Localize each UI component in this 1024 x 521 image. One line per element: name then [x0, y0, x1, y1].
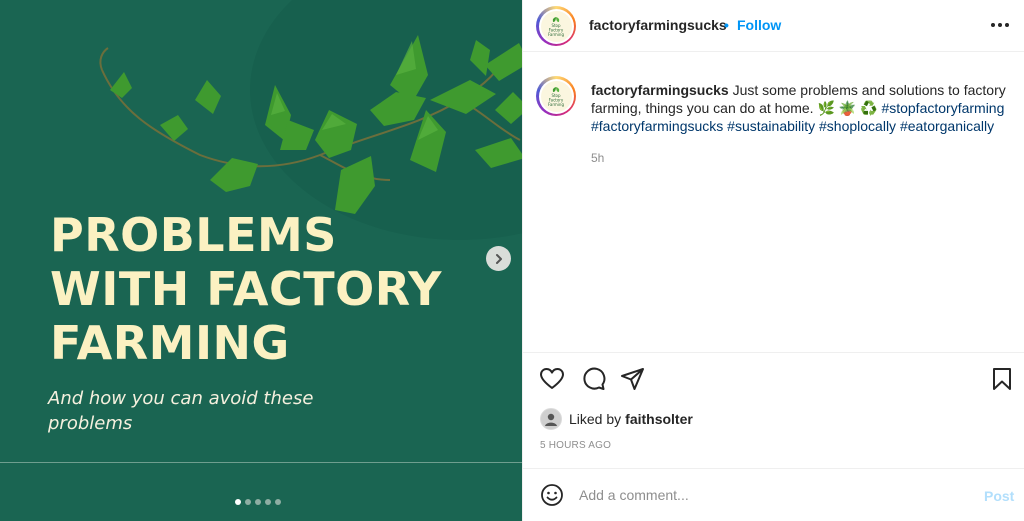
post-image[interactable]: PROBLEMS WITH FACTORY FARMING And how yo… [0, 0, 522, 521]
caption-avatar[interactable]: Stop Factory Farming [536, 76, 576, 116]
subheadline: And how you can avoid these problems [48, 386, 348, 436]
caption-username[interactable]: factoryfarmingsucks [591, 82, 729, 98]
svg-text:Farming: Farming [548, 32, 565, 37]
caption-text: factoryfarmingsucks Just some problems a… [591, 81, 1016, 135]
logo-icon: Stop Factory Farming [548, 17, 565, 37]
brand-logo: Stop Factory Farming [540, 10, 572, 42]
bookmark-save-icon[interactable] [989, 366, 1015, 392]
share-send-icon[interactable] [620, 366, 646, 392]
brand-logo: Stop Factory Farming [540, 80, 572, 112]
like-heart-icon[interactable] [539, 366, 565, 392]
carousel-indicator [235, 499, 281, 505]
logo-icon: Stop Factory Farming [548, 87, 565, 107]
comment-icon[interactable] [580, 366, 606, 392]
carousel-next-button[interactable] [486, 246, 511, 271]
post-header: Stop Factory Farming factoryfarmingsucks… [523, 0, 1024, 52]
post-timestamp: 5 HOURS AGO [540, 440, 612, 451]
liker-avatar[interactable] [540, 408, 562, 430]
carousel-dot [255, 499, 261, 505]
headline-line: FARMING [50, 316, 290, 370]
caption-time: 5h [591, 151, 605, 165]
user-avatar-icon [545, 413, 557, 426]
carousel-dot [265, 499, 271, 505]
more-options-icon[interactable] [989, 14, 1011, 36]
chevron-right-icon [495, 253, 502, 264]
profile-avatar[interactable]: Stop Factory Farming [536, 6, 576, 46]
hashtag-link[interactable]: #sustainability [727, 118, 815, 134]
comment-form: Post [523, 469, 1024, 521]
subheadline-line: And how you can avoid these [48, 388, 314, 409]
likes-summary: Liked by faithsolter [540, 408, 693, 430]
svg-text:Farming: Farming [548, 102, 565, 107]
post-details-panel: Stop Factory Farming factoryfarmingsucks… [522, 0, 1024, 521]
hashtag-link[interactable]: #eatorganically [900, 118, 994, 134]
liked-by-label: Liked by [569, 411, 622, 427]
subheadline-line: problems [48, 413, 133, 434]
headline-line: WITH FACTORY [50, 262, 442, 316]
divider [523, 352, 1024, 353]
hashtag-link[interactable]: #stopfactoryfarming [881, 100, 1004, 116]
separator-dot: • [724, 17, 729, 33]
action-bar [523, 366, 1024, 392]
headline: PROBLEMS WITH FACTORY FARMING [50, 208, 510, 370]
carousel-dot [235, 499, 241, 505]
hashtag-link[interactable]: #shoplocally [819, 118, 896, 134]
post-comment-button[interactable]: Post [984, 488, 1014, 504]
image-divider [0, 462, 522, 463]
hashtag-link[interactable]: #factoryfarmingsucks [591, 118, 723, 134]
liked-by-user[interactable]: faithsolter [625, 411, 693, 427]
carousel-dot [245, 499, 251, 505]
headline-line: PROBLEMS [50, 208, 337, 262]
header-username[interactable]: factoryfarmingsucks [589, 17, 727, 33]
carousel-dot [275, 499, 281, 505]
ivy-leaves-image [99, 35, 522, 214]
follow-button[interactable]: Follow [737, 17, 781, 33]
emoji-smiley-icon[interactable] [540, 483, 564, 507]
comment-input[interactable] [579, 484, 959, 506]
